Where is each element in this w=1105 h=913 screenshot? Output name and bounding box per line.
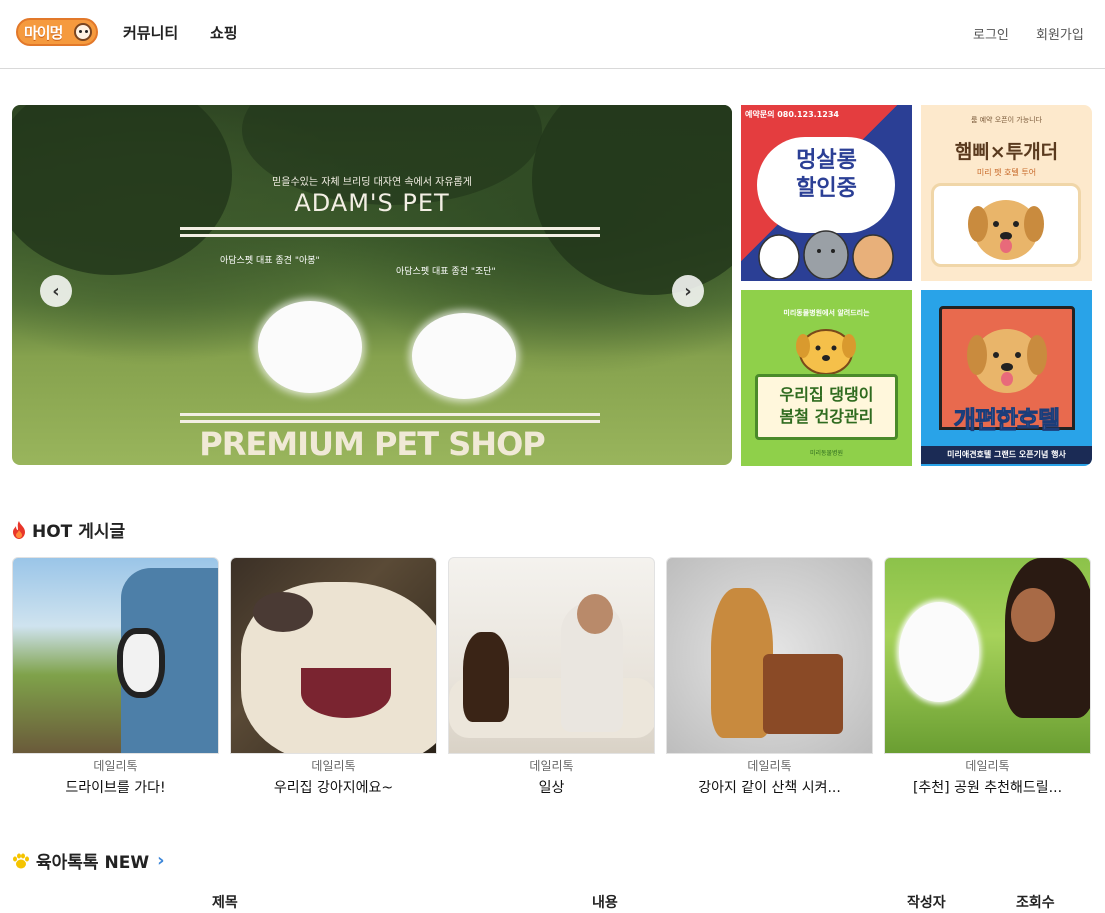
- hot-post-card[interactable]: 데일리톡 우리집 강아지에요~: [230, 557, 437, 797]
- hot-post-card[interactable]: 데일리톡 드라이브를 가다!: [12, 557, 219, 797]
- top-header: 마이멍 커뮤니티 쇼핑 로그인 회원가입: [0, 0, 1105, 69]
- ad-comfort-hotel[interactable]: 개편한호텔 미리애견호텔 그랜드 오픈기념 행사: [921, 290, 1092, 466]
- post-title: 드라이브를 가다!: [65, 780, 166, 796]
- hot-post-card[interactable]: 데일리톡 강아지 같이 산책 시켜...: [666, 557, 873, 797]
- column-header-title: 제목: [212, 895, 238, 911]
- fire-icon: [13, 520, 25, 539]
- banner-title: ADAM'S PET: [294, 189, 450, 217]
- parenting-talk-title: 육아톡톡 NEW: [36, 853, 150, 873]
- ad-phone-badge: 예약문의 080.123.1234: [745, 110, 839, 119]
- puppy-illustration-icon: [968, 200, 1044, 260]
- ad-small-text: 미리동물병원에서 알려드리는: [783, 309, 870, 317]
- ad-grooming-sale[interactable]: 예약문의 080.123.1234 멍살롱 할인중: [741, 105, 912, 281]
- nav-shopping[interactable]: 쇼핑: [210, 22, 238, 43]
- chevron-left-icon: ‹: [52, 280, 60, 302]
- nav-community[interactable]: 커뮤니티: [123, 22, 178, 43]
- white-dog-image: [258, 301, 362, 393]
- post-thumbnail: [666, 557, 873, 754]
- ad-title-line: 우리집 댕댕이: [779, 385, 874, 404]
- ad-footer: 미리동물병원: [809, 450, 844, 457]
- banner-divider: [180, 413, 600, 416]
- column-header-author: 작성자: [907, 895, 946, 911]
- post-title: 우리집 강아지에요~: [273, 780, 394, 796]
- logo-dog-icon: [74, 23, 92, 41]
- main-banner-carousel[interactable]: 믿을수있는 자체 브리딩 대자연 속에서 자유롭게 ADAM'S PET 아담스…: [12, 105, 732, 465]
- dogs-illustration-icon: [758, 230, 894, 279]
- carousel-next-button[interactable]: ›: [672, 275, 704, 307]
- banner-divider: [180, 227, 600, 230]
- post-thumbnail: [448, 557, 655, 754]
- banner-note: 아담스펫 대표 종견 "아봉": [220, 256, 320, 266]
- post-category: 데일리톡: [965, 759, 1010, 773]
- ad-spring-health[interactable]: 미리동물병원에서 알려드리는 우리집 댕댕이 봄철 건강관리 미리동물병원: [741, 290, 912, 466]
- banner-subtitle: 믿을수있는 자체 브리딩 대자연 속에서 자유롭게: [272, 177, 472, 188]
- ad-title-line: 멍살롱: [796, 148, 857, 173]
- carousel-prev-button[interactable]: ‹: [40, 275, 72, 307]
- site-logo[interactable]: 마이멍: [16, 18, 98, 46]
- paw-icon: [13, 853, 29, 868]
- post-thumbnail: [230, 557, 437, 754]
- post-title: 일상: [538, 780, 565, 796]
- puppy-illustration-icon: [796, 329, 856, 375]
- hot-post-card[interactable]: 데일리톡 일상: [448, 557, 655, 797]
- column-header-content: 내용: [592, 895, 618, 911]
- post-title: 강아지 같이 산책 시켜...: [698, 780, 841, 796]
- hot-post-card[interactable]: 데일리톡 [추천] 공원 추천해드릴...: [884, 557, 1091, 797]
- post-thumbnail: [884, 557, 1091, 754]
- ad-subtitle: 미리 펫 호텔 투어: [976, 168, 1037, 177]
- login-link[interactable]: 로그인: [973, 24, 1009, 43]
- post-category: 데일리톡: [311, 759, 356, 773]
- parenting-talk-heading: 육아톡톡 NEW ›: [12, 848, 165, 873]
- ad-title-line: 봄철 건강관리: [779, 407, 874, 426]
- ad-photo-frame: [931, 183, 1081, 267]
- ad-title: 개편한호텔: [953, 406, 1060, 435]
- hot-posts-title: HOT 게시글: [32, 522, 126, 542]
- ad-title: 햄삐×투개더: [954, 141, 1059, 163]
- post-category: 데일리톡: [747, 759, 792, 773]
- post-category: 데일리톡: [529, 759, 574, 773]
- signup-link[interactable]: 회원가입: [1036, 24, 1084, 43]
- hot-posts-heading: HOT 게시글: [12, 517, 125, 542]
- chevron-right-icon: ›: [684, 280, 692, 302]
- column-header-views: 조회수: [1016, 895, 1055, 911]
- post-title: [추천] 공원 추천해드릴...: [912, 780, 1063, 796]
- white-dog-image: [412, 313, 516, 399]
- post-thumbnail: [12, 557, 219, 754]
- banner-note: 아담스펫 대표 종견 "조단": [396, 267, 496, 277]
- ad-title: 우리집 댕댕이 봄철 건강관리: [741, 384, 912, 428]
- chevron-right-icon[interactable]: ›: [157, 850, 164, 871]
- ad-title-line: 할인중: [796, 176, 857, 201]
- ad-footer: 미리애견호텔 그랜드 오픈기념 행사: [921, 446, 1092, 464]
- banner-bottom-title: PREMIUM PET SHOP: [199, 425, 545, 463]
- ad-small-text: 룸 예약 오픈이 가능니다: [970, 116, 1043, 124]
- post-category: 데일리톡: [93, 759, 138, 773]
- puppy-illustration-icon: [967, 329, 1047, 393]
- logo-text: 마이멍: [24, 23, 63, 42]
- ad-hotel-together[interactable]: 룸 예약 오픈이 가능니다 햄삐×투개더 미리 펫 호텔 투어: [921, 105, 1092, 281]
- ad-title: 멍살롱 할인중: [741, 147, 912, 203]
